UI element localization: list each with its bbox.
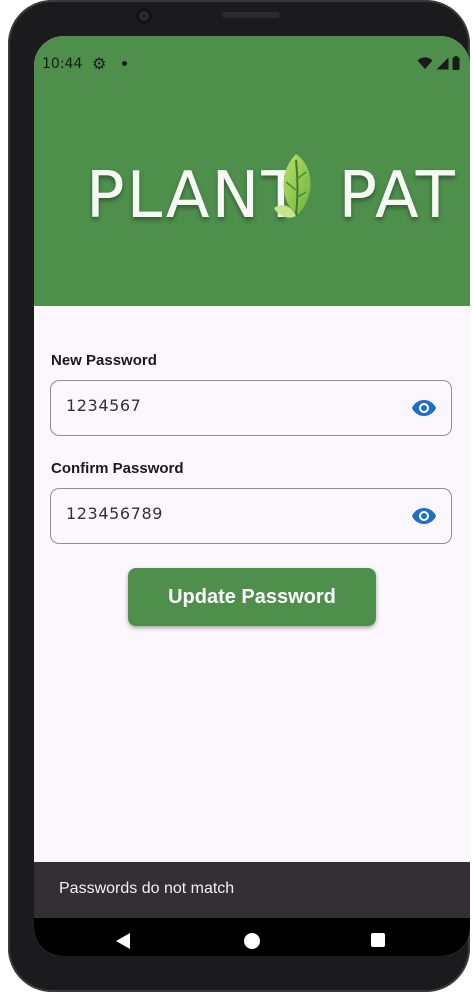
update-password-button[interactable]: Update Password — [128, 568, 376, 626]
signal-icon — [436, 57, 449, 69]
new-password-field[interactable]: 1234567 — [50, 380, 452, 436]
status-bar: 10:44 ⚙ — [34, 54, 470, 74]
new-password-label: New Password — [51, 352, 157, 369]
home-icon[interactable] — [244, 933, 260, 949]
notification-dot-icon — [122, 61, 127, 66]
wifi-icon — [417, 56, 433, 69]
app-screen: 10:44 ⚙ PLANT PAT New Password 1234567 C… — [34, 36, 470, 956]
recents-icon[interactable] — [371, 933, 385, 947]
confirm-password-value[interactable]: 123456789 — [66, 504, 163, 523]
phone-frame: 10:44 ⚙ PLANT PAT New Password 1234567 C… — [8, 0, 470, 992]
app-header: 10:44 ⚙ PLANT PAT — [34, 36, 470, 306]
gear-icon: ⚙ — [92, 56, 107, 73]
eye-icon[interactable] — [411, 507, 437, 525]
new-password-value[interactable]: 1234567 — [66, 396, 141, 415]
battery-icon — [452, 56, 460, 70]
eye-icon[interactable] — [411, 399, 437, 417]
snackbar-message: Passwords do not match — [59, 880, 235, 897]
leaf-icon — [274, 154, 311, 218]
back-icon[interactable] — [116, 933, 130, 949]
earpiece-speaker — [222, 12, 280, 18]
front-camera — [136, 8, 152, 24]
plantpat-logo: PLANT PAT — [34, 136, 470, 246]
system-navigation-bar — [34, 918, 470, 956]
confirm-password-field[interactable]: 123456789 — [50, 488, 452, 544]
status-time: 10:44 — [42, 56, 83, 72]
change-password-form: New Password 1234567 Confirm Password 12… — [50, 352, 454, 568]
error-snackbar: Passwords do not match — [34, 862, 470, 918]
status-icons — [417, 56, 460, 70]
confirm-password-label: Confirm Password — [51, 460, 184, 477]
